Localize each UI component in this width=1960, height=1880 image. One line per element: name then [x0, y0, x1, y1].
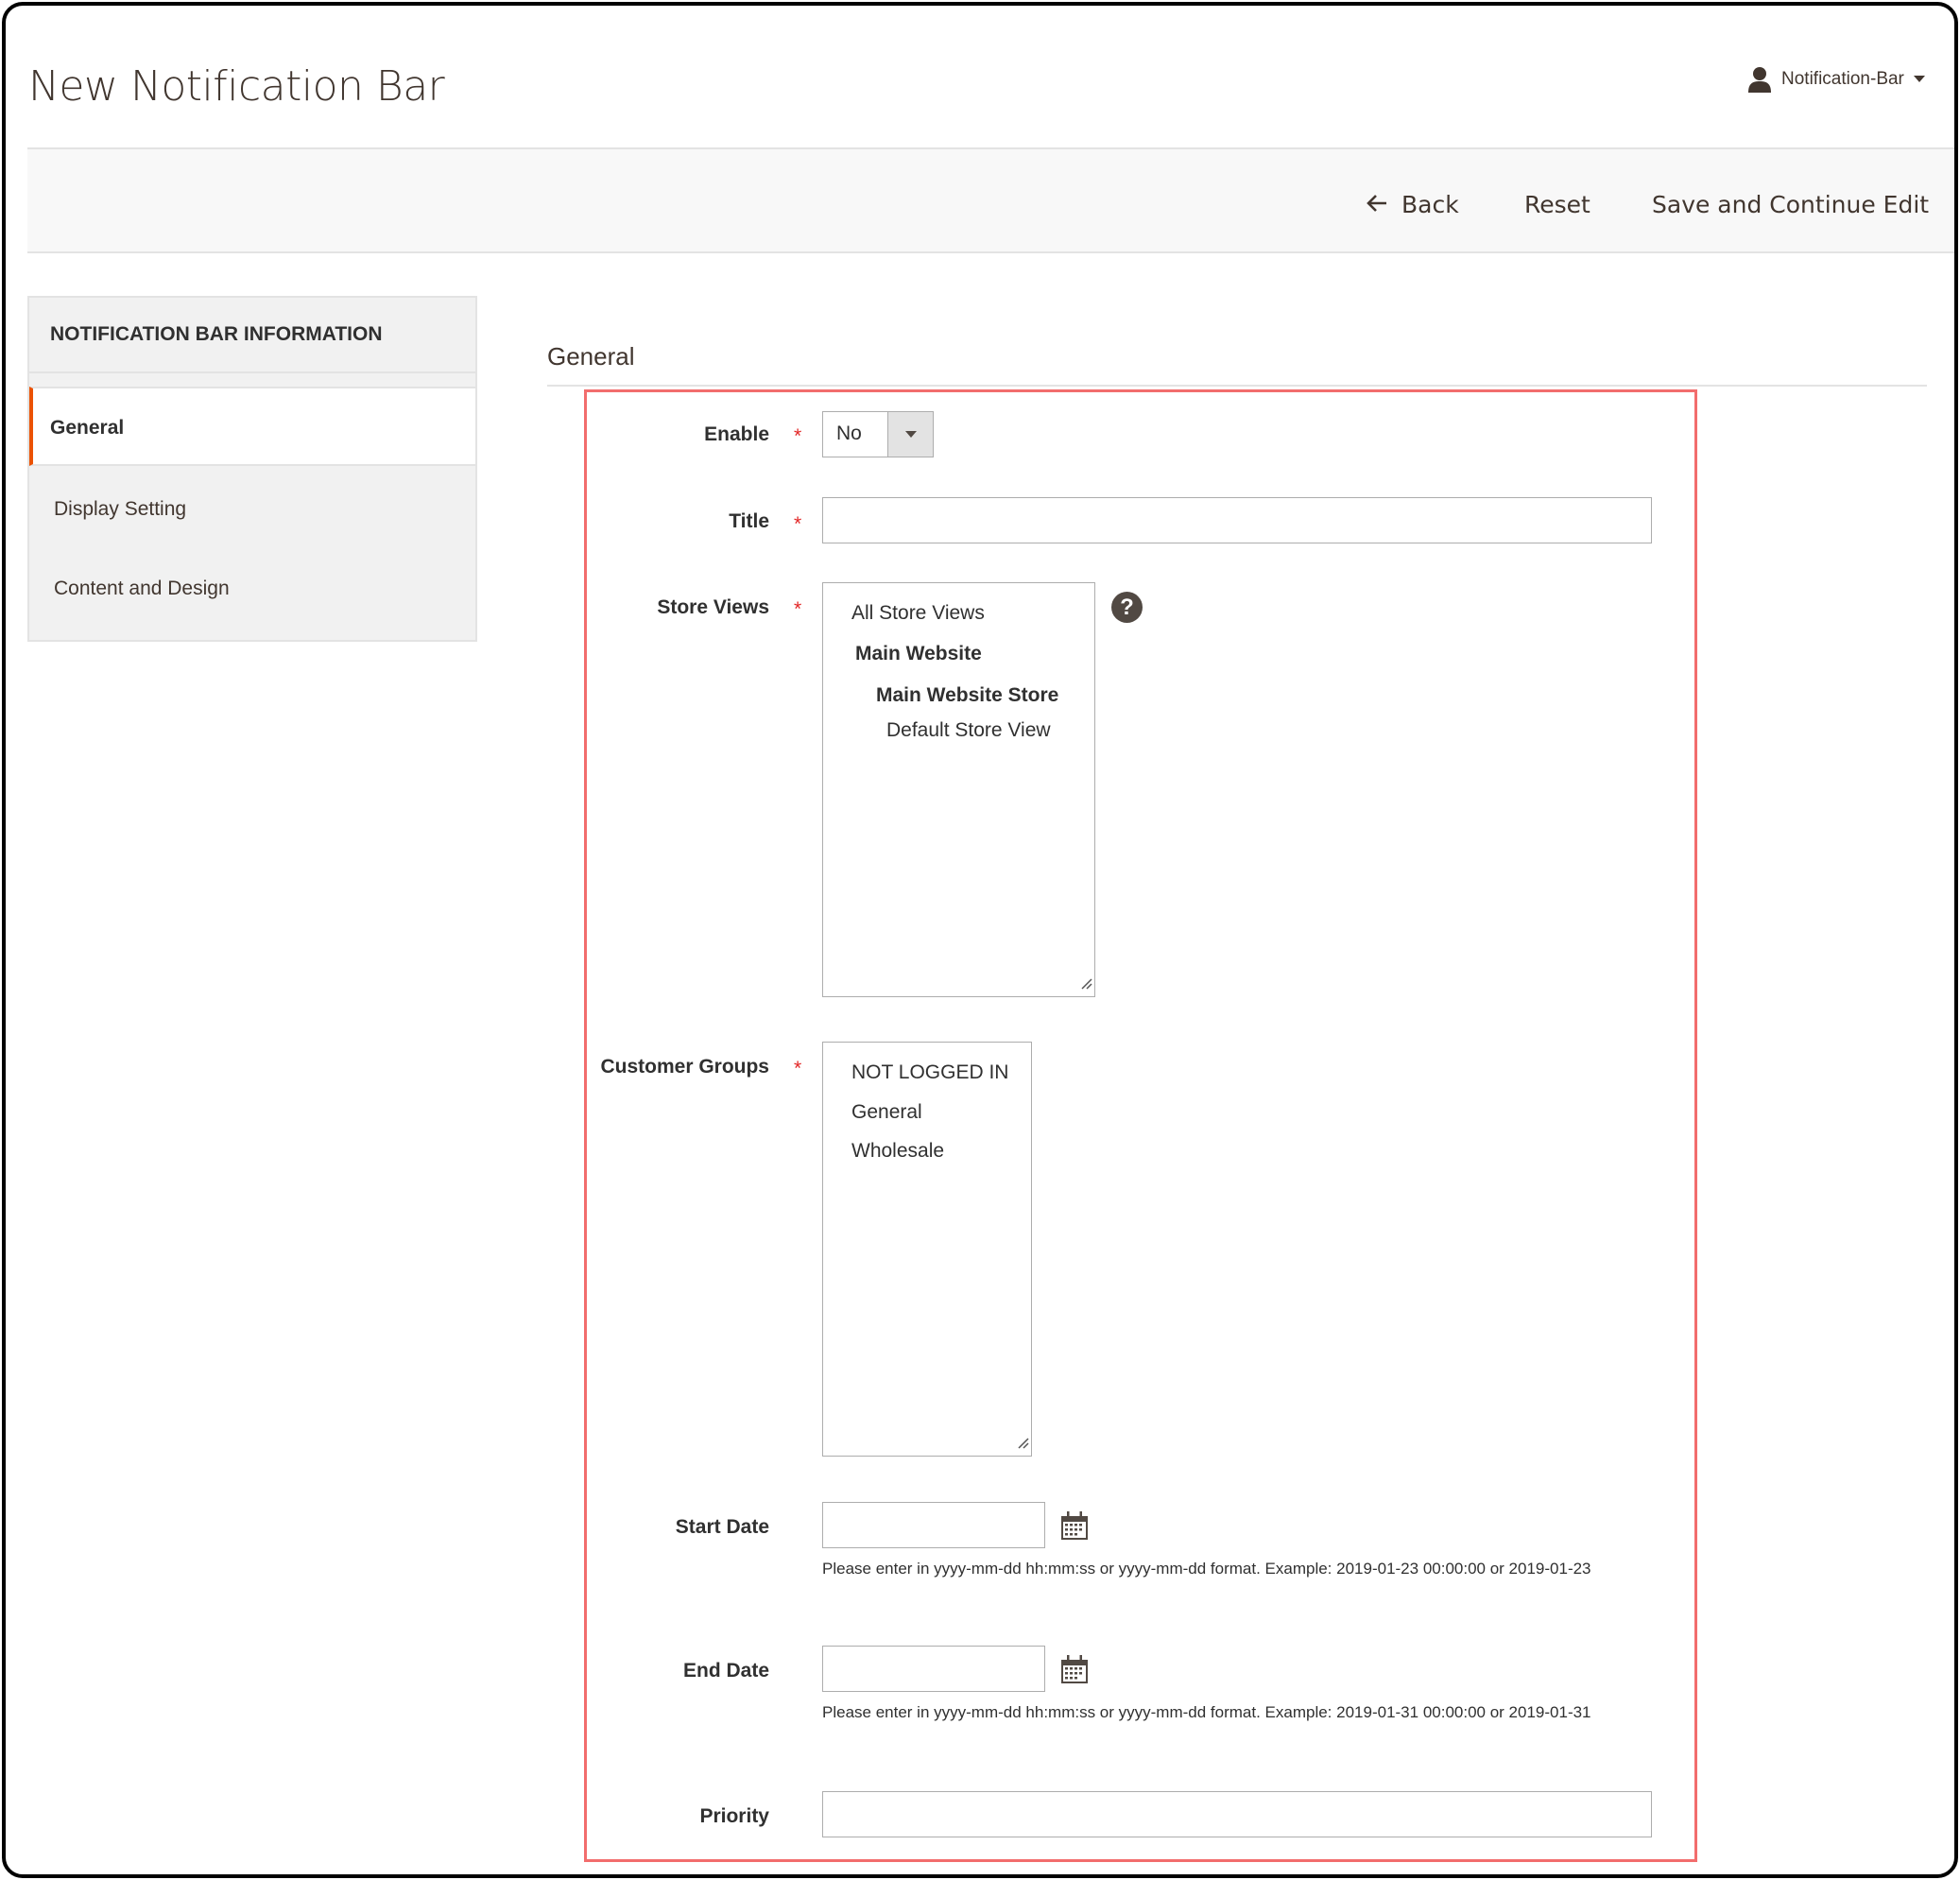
start-date-input[interactable]	[822, 1502, 1045, 1548]
title-label: Title	[729, 510, 769, 532]
user-icon	[1747, 66, 1772, 93]
enable-select[interactable]: No	[822, 411, 934, 457]
user-name: Notification-Bar	[1781, 69, 1904, 89]
save-and-continue-button[interactable]: Save and Continue Edit	[1652, 191, 1929, 218]
resize-handle-icon[interactable]	[1079, 976, 1092, 994]
sidebar-header: NOTIFICATION BAR INFORMATION	[29, 298, 475, 373]
enable-select-value: No	[836, 423, 862, 444]
back-button[interactable]: Back	[1366, 191, 1459, 218]
customer-groups-label: Customer Groups	[600, 1056, 769, 1078]
reset-button[interactable]: Reset	[1524, 191, 1590, 218]
required-marker: *	[794, 1058, 802, 1079]
customer-groups-multiselect[interactable]: NOT LOGGED IN General Wholesale	[822, 1042, 1032, 1457]
end-date-label: End Date	[682, 1660, 769, 1682]
chevron-down-icon	[887, 412, 933, 457]
sidebar-item-display-setting[interactable]: Display Setting	[29, 470, 475, 549]
calendar-icon[interactable]	[1060, 1654, 1089, 1689]
store-view-option[interactable]: Default Store View	[886, 719, 1051, 742]
required-marker: *	[794, 598, 802, 620]
page-actions-toolbar: Back Reset Save and Continue Edit	[27, 147, 1954, 253]
store-views-multiselect[interactable]: All Store Views Main Website Main Websit…	[822, 582, 1095, 997]
app-window: New Notification Bar Notification-Bar Ba…	[2, 2, 1958, 1878]
sidebar-item-general[interactable]: General	[29, 387, 475, 466]
start-date-label: Start Date	[675, 1516, 769, 1538]
page-title: New Notification Bar	[28, 62, 445, 111]
end-date-input[interactable]	[822, 1646, 1045, 1692]
section-divider	[547, 385, 1927, 387]
start-date-note: Please enter in yyyy-mm-dd hh:mm:ss or y…	[822, 1560, 1591, 1578]
caret-down-icon	[1913, 76, 1925, 83]
question-circle-icon[interactable]: ?	[1111, 592, 1143, 623]
sidebar-tabs: NOTIFICATION BAR INFORMATION General Dis…	[27, 296, 477, 642]
back-label: Back	[1401, 191, 1459, 218]
customer-group-option[interactable]: Wholesale	[851, 1140, 944, 1163]
required-marker: *	[794, 425, 802, 447]
arrow-left-icon	[1366, 191, 1388, 218]
section-title: General	[547, 342, 635, 371]
priority-label: Priority	[699, 1805, 769, 1827]
required-marker: *	[794, 513, 802, 535]
store-view-option[interactable]: Main Website	[855, 643, 982, 665]
enable-label: Enable	[704, 423, 769, 445]
title-input[interactable]	[822, 497, 1652, 543]
priority-input[interactable]	[822, 1791, 1652, 1837]
store-view-option[interactable]: Main Website Store	[876, 684, 1058, 707]
user-menu[interactable]: Notification-Bar	[1747, 66, 1925, 93]
store-views-label: Store Views	[657, 596, 769, 618]
customer-group-option[interactable]: NOT LOGGED IN	[851, 1061, 1008, 1084]
end-date-note: Please enter in yyyy-mm-dd hh:mm:ss or y…	[822, 1703, 1591, 1721]
resize-handle-icon[interactable]	[1016, 1436, 1029, 1454]
store-view-option[interactable]: All Store Views	[851, 602, 985, 625]
customer-group-option[interactable]: General	[851, 1101, 922, 1124]
sidebar-item-content-and-design[interactable]: Content and Design	[29, 549, 475, 629]
calendar-icon[interactable]	[1060, 1510, 1089, 1545]
